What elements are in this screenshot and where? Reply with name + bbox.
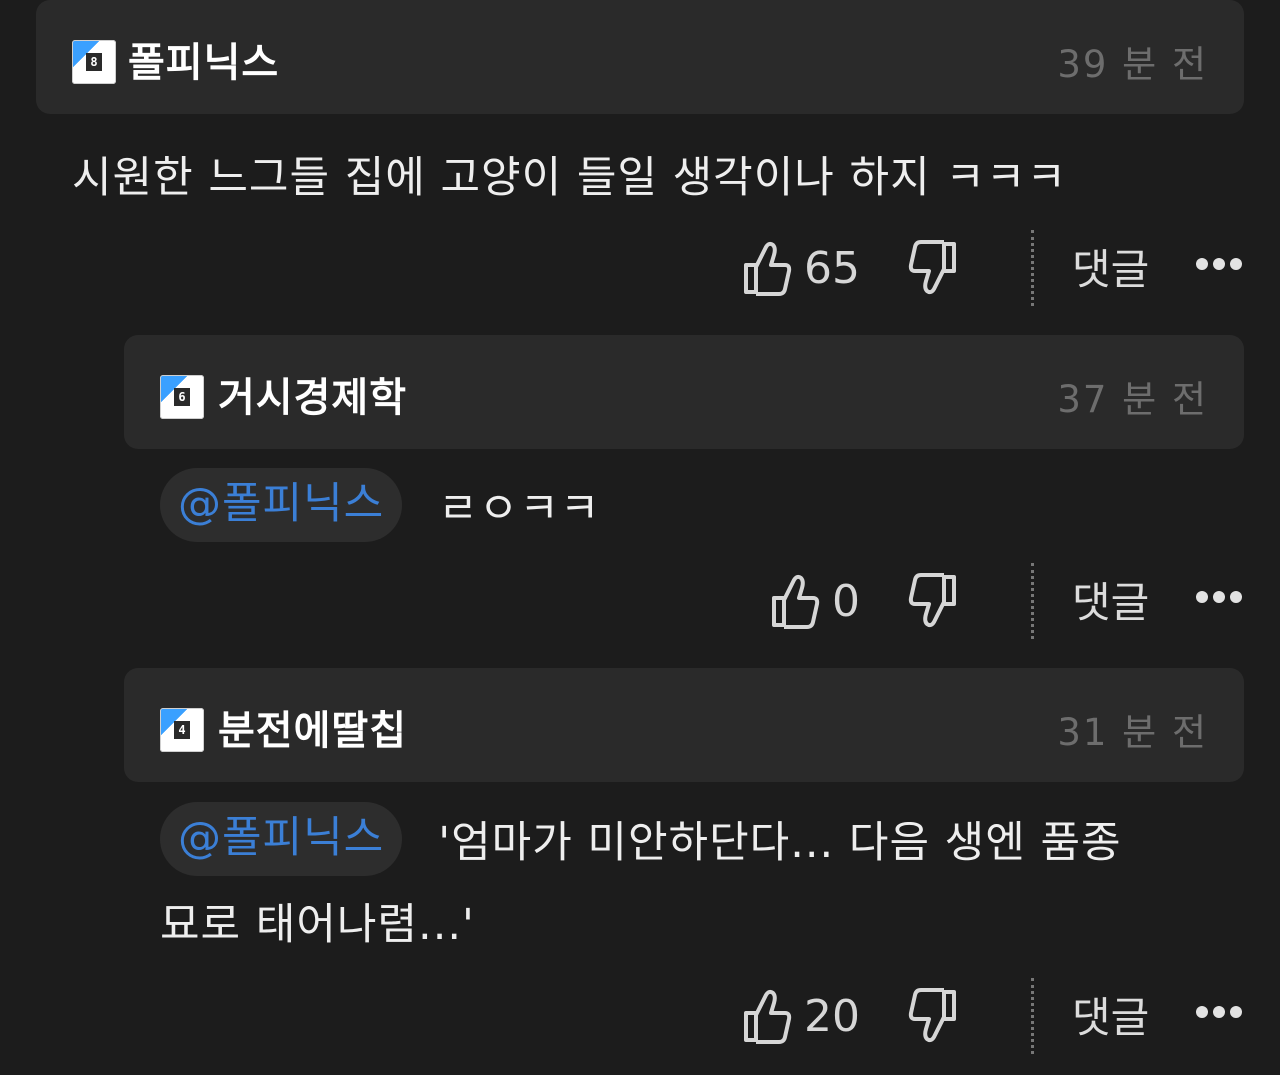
thumbs-up-icon [742, 239, 792, 297]
more-dots-icon[interactable] [1196, 1006, 1242, 1018]
comment-actions: 20 댓글 [0, 978, 1280, 1054]
more-dots-icon[interactable] [1196, 591, 1242, 603]
divider [1031, 978, 1034, 1054]
reply-button[interactable]: 댓글 [1072, 236, 1149, 297]
comment-body: @폴피닉스 ㄹㅇㅋㅋ [160, 468, 601, 542]
level-badge-icon: 6 [160, 375, 204, 419]
dislike-button[interactable] [908, 230, 958, 306]
author-nickname[interactable]: 분전에딸칩 [218, 698, 407, 756]
comment-time: 31 분 전 [1057, 711, 1208, 754]
comment-time: 39 분 전 [1057, 43, 1208, 86]
like-button[interactable]: 0 [770, 563, 860, 639]
thumbs-down-icon [908, 239, 958, 297]
reply-button[interactable]: 댓글 [1072, 569, 1149, 630]
divider [1031, 230, 1034, 306]
dislike-button[interactable] [908, 978, 958, 1054]
comment-text: ㄹㅇㅋㅋ [438, 484, 601, 534]
comment-header[interactable]: 8 폴피닉스 39 분 전 [36, 0, 1244, 114]
comment-header[interactable]: 6 거시경제학 37 분 전 [124, 335, 1244, 449]
mention-tag[interactable]: @폴피닉스 [160, 802, 403, 876]
thumbs-up-icon [770, 572, 820, 630]
divider [1031, 563, 1034, 639]
comment-actions: 0 댓글 [0, 563, 1280, 639]
level-badge-icon: 8 [72, 40, 116, 84]
like-count: 0 [832, 575, 860, 627]
like-count: 65 [804, 242, 860, 294]
comment-text-line1: '엄마가 미안하단다... 다음 생엔 품종 [438, 818, 1122, 868]
comment-actions: 65 댓글 [0, 230, 1280, 306]
thumbs-down-icon [908, 987, 958, 1045]
thumbs-down-icon [908, 572, 958, 630]
reply-button[interactable]: 댓글 [1072, 984, 1149, 1045]
comment-header[interactable]: 4 분전에딸칩 31 분 전 [124, 668, 1244, 782]
level-badge-icon: 4 [160, 708, 204, 752]
author-nickname[interactable]: 폴피닉스 [128, 30, 279, 88]
level-number: 8 [86, 53, 102, 71]
dislike-button[interactable] [908, 563, 958, 639]
mention-tag[interactable]: @폴피닉스 [160, 468, 403, 542]
thumbs-up-icon [742, 987, 792, 1045]
comment-text-line2: 묘로 태어나렴...' [160, 900, 475, 950]
level-number: 6 [174, 388, 190, 406]
level-number: 4 [174, 721, 190, 739]
like-count: 20 [804, 990, 860, 1042]
more-dots-icon[interactable] [1196, 258, 1242, 270]
comment-body: @폴피닉스 '엄마가 미안하단다... 다음 생엔 품종 [160, 802, 1122, 876]
author-nickname[interactable]: 거시경제학 [218, 365, 407, 423]
like-button[interactable]: 20 [742, 978, 860, 1054]
comment-text: 시원한 느그들 집에 고양이 들일 생각이나 하지 ㅋㅋㅋ [72, 153, 1067, 203]
comment-time: 37 분 전 [1057, 378, 1208, 421]
like-button[interactable]: 65 [742, 230, 860, 306]
